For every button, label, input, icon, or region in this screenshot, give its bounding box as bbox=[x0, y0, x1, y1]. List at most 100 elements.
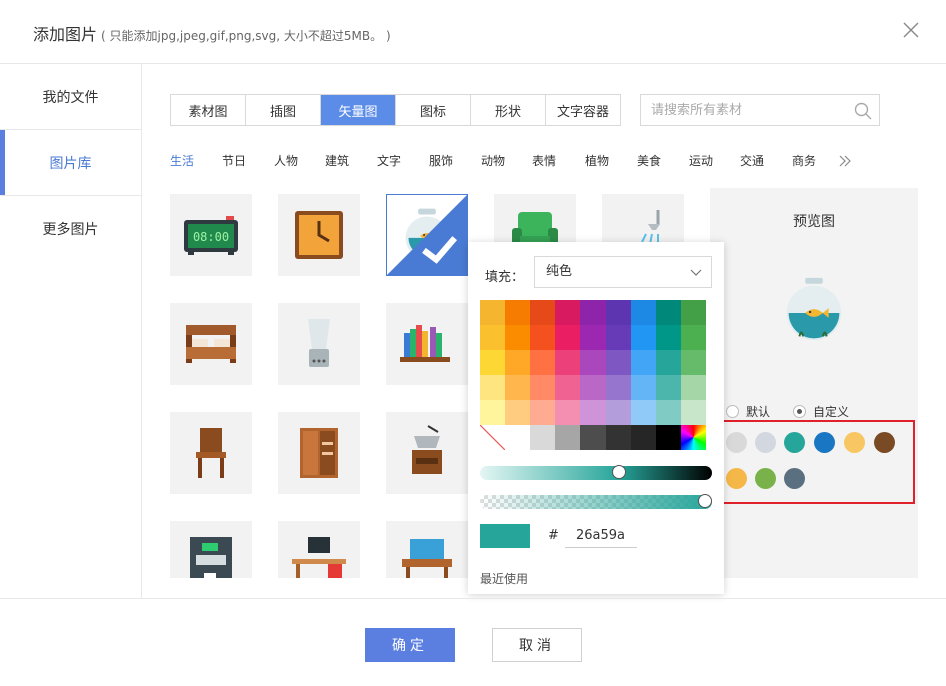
palette-color[interactable] bbox=[680, 400, 706, 425]
swatch-color[interactable] bbox=[784, 468, 805, 489]
category-emoji[interactable]: 表情 bbox=[532, 152, 556, 169]
confirm-button[interactable]: 确定 bbox=[365, 628, 455, 662]
palette-color[interactable] bbox=[555, 425, 581, 450]
swatch-color[interactable] bbox=[755, 468, 776, 489]
palette-color[interactable] bbox=[555, 325, 581, 350]
search-input[interactable] bbox=[641, 95, 841, 125]
palette-no-color[interactable] bbox=[480, 425, 506, 450]
opacity-slider[interactable] bbox=[480, 494, 712, 509]
thumbnail-wall-clock[interactable] bbox=[278, 194, 360, 276]
palette-color[interactable] bbox=[655, 325, 681, 350]
opacity-slider-handle[interactable] bbox=[698, 494, 712, 508]
category-life[interactable]: 生活 bbox=[170, 152, 194, 169]
sidebar-item-my-files[interactable]: 我的文件 bbox=[0, 64, 141, 130]
thumbnail-blender[interactable] bbox=[278, 303, 360, 385]
palette-color[interactable] bbox=[605, 400, 631, 425]
tab-material[interactable]: 素材图 bbox=[171, 95, 246, 125]
palette-color[interactable] bbox=[680, 300, 706, 325]
category-plant[interactable]: 植物 bbox=[585, 152, 609, 169]
palette-color[interactable] bbox=[505, 375, 531, 400]
sidebar-item-more-images[interactable]: 更多图片 bbox=[0, 196, 141, 262]
tab-text-container[interactable]: 文字容器 bbox=[546, 95, 620, 125]
category-sports[interactable]: 运动 bbox=[689, 152, 713, 169]
palette-color[interactable] bbox=[655, 350, 681, 375]
radio-default[interactable] bbox=[726, 405, 739, 418]
fill-mode-select[interactable]: 纯色 bbox=[534, 256, 712, 288]
tab-illustration[interactable]: 插图 bbox=[246, 95, 321, 125]
palette-color[interactable] bbox=[505, 400, 531, 425]
thumbnail-coffee-grinder[interactable] bbox=[386, 412, 468, 494]
swatch-color[interactable] bbox=[784, 432, 805, 453]
palette-color[interactable] bbox=[580, 375, 606, 400]
palette-color[interactable] bbox=[605, 300, 631, 325]
palette-color[interactable] bbox=[480, 400, 506, 425]
double-chevron-right-icon[interactable] bbox=[838, 154, 852, 168]
category-business[interactable]: 商务 bbox=[792, 152, 816, 169]
close-icon[interactable] bbox=[902, 21, 920, 39]
palette-color[interactable] bbox=[580, 300, 606, 325]
palette-color[interactable] bbox=[555, 375, 581, 400]
palette-color[interactable] bbox=[480, 325, 506, 350]
palette-color[interactable] bbox=[505, 425, 531, 450]
palette-color[interactable] bbox=[630, 400, 656, 425]
swatch-color[interactable] bbox=[844, 432, 865, 453]
palette-color[interactable] bbox=[680, 375, 706, 400]
palette-color[interactable] bbox=[605, 325, 631, 350]
palette-color[interactable] bbox=[630, 350, 656, 375]
palette-color[interactable] bbox=[555, 400, 581, 425]
thumbnail-chair[interactable] bbox=[170, 412, 252, 494]
category-transport[interactable]: 交通 bbox=[740, 152, 764, 169]
palette-color[interactable] bbox=[580, 325, 606, 350]
palette-color[interactable] bbox=[630, 325, 656, 350]
thumbnail-bookshelf[interactable] bbox=[386, 303, 468, 385]
thumbnail-wardrobe[interactable] bbox=[278, 412, 360, 494]
palette-color[interactable] bbox=[605, 425, 631, 450]
palette-color[interactable] bbox=[605, 375, 631, 400]
category-animal[interactable]: 动物 bbox=[481, 152, 505, 169]
palette-color[interactable] bbox=[630, 425, 656, 450]
palette-color[interactable] bbox=[630, 300, 656, 325]
palette-color[interactable] bbox=[655, 400, 681, 425]
swatch-color[interactable] bbox=[726, 468, 747, 489]
swatch-color[interactable] bbox=[874, 432, 895, 453]
category-holiday[interactable]: 节日 bbox=[222, 152, 246, 169]
palette-color[interactable] bbox=[530, 425, 556, 450]
palette-color[interactable] bbox=[680, 325, 706, 350]
palette-color[interactable] bbox=[580, 350, 606, 375]
palette-color[interactable] bbox=[555, 300, 581, 325]
palette-color[interactable] bbox=[655, 425, 681, 450]
category-people[interactable]: 人物 bbox=[274, 152, 298, 169]
palette-color[interactable] bbox=[555, 350, 581, 375]
palette-color[interactable] bbox=[630, 375, 656, 400]
palette-color[interactable] bbox=[505, 350, 531, 375]
palette-color[interactable] bbox=[480, 300, 506, 325]
swatch-color[interactable] bbox=[726, 432, 747, 453]
search-icon[interactable] bbox=[853, 101, 873, 121]
palette-color[interactable] bbox=[530, 400, 556, 425]
radio-custom[interactable] bbox=[793, 405, 806, 418]
swatch-color[interactable] bbox=[814, 432, 835, 453]
option-custom[interactable]: 自定义 bbox=[793, 403, 849, 420]
palette-color[interactable] bbox=[480, 350, 506, 375]
palette-color[interactable] bbox=[580, 425, 606, 450]
category-clothing[interactable]: 服饰 bbox=[429, 152, 453, 169]
hex-color-input[interactable] bbox=[565, 524, 637, 548]
thumbnail-dresser[interactable] bbox=[386, 521, 468, 578]
palette-color[interactable] bbox=[530, 350, 556, 375]
palette-color[interactable] bbox=[505, 300, 531, 325]
thumbnail-coffee-machine[interactable] bbox=[170, 521, 252, 578]
cancel-button[interactable]: 取消 bbox=[492, 628, 582, 662]
palette-color[interactable] bbox=[680, 350, 706, 375]
palette-color[interactable] bbox=[530, 375, 556, 400]
palette-color[interactable] bbox=[505, 325, 531, 350]
tab-icon[interactable]: 图标 bbox=[396, 95, 471, 125]
category-text[interactable]: 文字 bbox=[377, 152, 401, 169]
sidebar-item-image-library[interactable]: 图片库 bbox=[0, 130, 141, 196]
palette-color[interactable] bbox=[655, 375, 681, 400]
palette-custom-color[interactable] bbox=[680, 425, 706, 450]
palette-color[interactable] bbox=[530, 300, 556, 325]
hue-slider[interactable] bbox=[480, 465, 712, 480]
palette-color[interactable] bbox=[480, 375, 506, 400]
swatch-color[interactable] bbox=[755, 432, 776, 453]
tab-shape[interactable]: 形状 bbox=[471, 95, 546, 125]
